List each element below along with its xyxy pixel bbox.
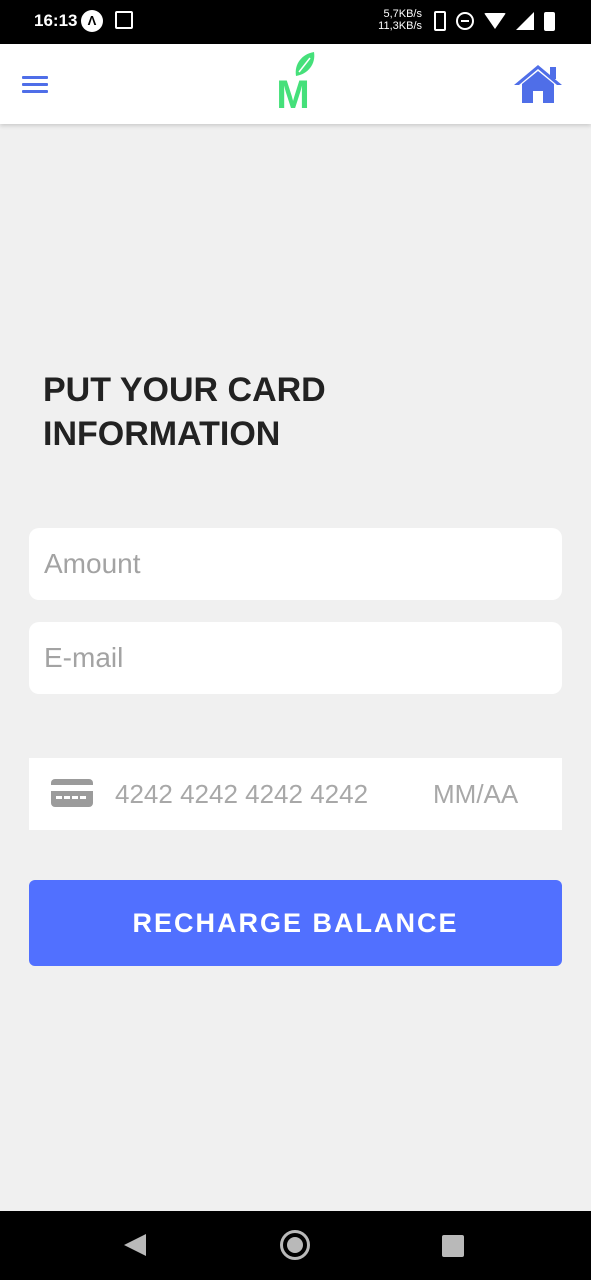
email-field[interactable]: [29, 622, 562, 694]
status-bar: 16:13 Λ 5,7KB/s 11,3KB/s: [0, 0, 591, 44]
logo-letter: M: [276, 73, 309, 110]
page-title: PUT YOUR CARD INFORMATION: [43, 371, 326, 453]
app-notification-icon: Λ: [81, 10, 103, 32]
recharge-balance-button[interactable]: RECHARGE BALANCE: [29, 880, 562, 966]
back-triangle-icon[interactable]: [124, 1234, 146, 1256]
battery-icon: [544, 11, 555, 31]
network-speed-up: 5,7KB/s: [383, 8, 422, 20]
status-time: 16:13: [34, 11, 78, 30]
app-logo: M: [276, 52, 315, 110]
card-expiry-input[interactable]: [433, 758, 553, 830]
phone-icon: [434, 11, 446, 31]
image-notification-icon: [115, 11, 133, 29]
hamburger-menu-icon[interactable]: [22, 72, 52, 96]
app-bar: M: [0, 44, 591, 124]
network-speed-down: 11,3KB/s: [378, 20, 422, 32]
amount-input[interactable]: [29, 528, 562, 600]
card-number-input[interactable]: [115, 758, 405, 830]
signal-icon: [516, 12, 534, 30]
credit-card-icon: [51, 779, 93, 807]
status-icons: [434, 10, 555, 32]
card-input-row: [29, 758, 562, 830]
recents-square-icon[interactable]: [442, 1235, 464, 1257]
network-speed: 5,7KB/s 11,3KB/s: [370, 8, 422, 32]
home-circle-icon[interactable]: [280, 1230, 310, 1260]
do-not-disturb-icon: [456, 12, 474, 30]
wifi-icon: [484, 13, 506, 29]
home-icon[interactable]: [512, 62, 564, 106]
system-nav-bar: [0, 1211, 591, 1280]
